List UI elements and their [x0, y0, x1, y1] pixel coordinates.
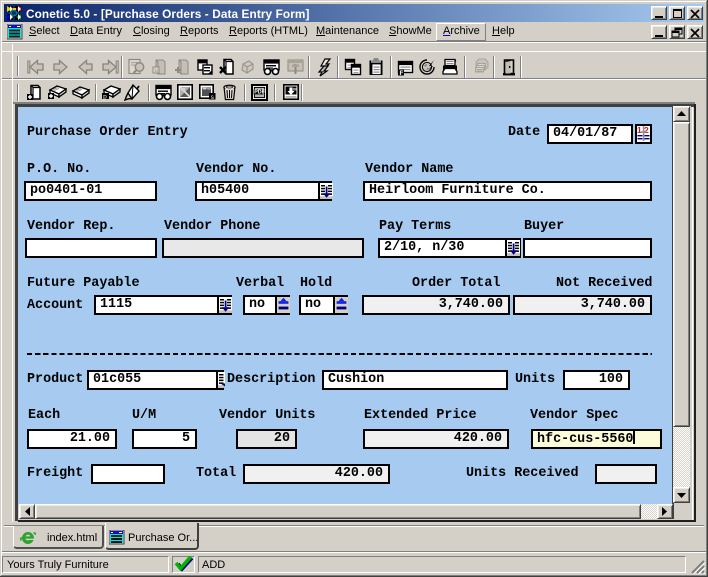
- svg-text:1: 1: [637, 126, 642, 135]
- svg-text:2: 2: [644, 126, 649, 135]
- svg-text:u: u: [155, 68, 158, 74]
- svg-text:p: p: [103, 94, 107, 101]
- svg-text:F: F: [400, 70, 404, 76]
- svg-text:PDF: PDF: [254, 90, 265, 96]
- svg-text:s: s: [211, 94, 215, 100]
